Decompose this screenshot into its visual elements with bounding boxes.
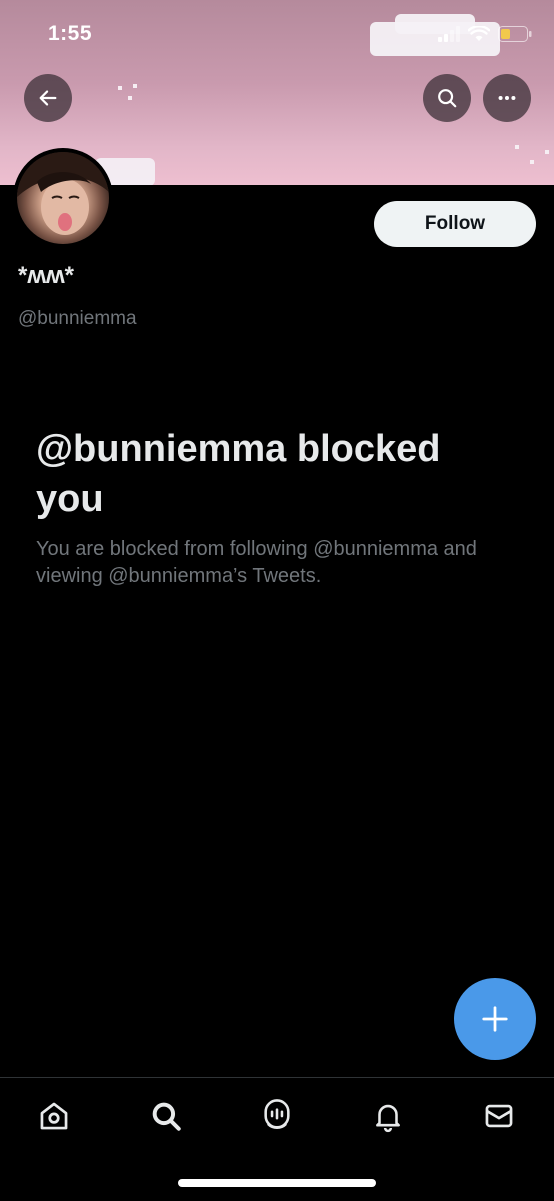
sparkle-decoration — [133, 84, 137, 88]
arrow-left-icon — [39, 90, 57, 106]
search-icon — [438, 89, 457, 108]
tab-search[interactable] — [146, 1096, 186, 1136]
more-icon — [498, 95, 516, 101]
spaces-icon — [264, 1099, 290, 1129]
search-button[interactable] — [423, 74, 471, 122]
profile-avatar[interactable] — [13, 148, 113, 248]
sparkle-decoration — [515, 145, 519, 149]
messages-icon — [485, 1104, 513, 1128]
profile-handle: @bunniemma — [18, 308, 137, 329]
sparkle-decoration — [118, 86, 122, 90]
sparkle-decoration — [545, 150, 549, 154]
blocked-description: You are blocked from following @bunniemm… — [36, 538, 477, 587]
plus-icon — [482, 1006, 508, 1032]
tab-home[interactable] — [34, 1096, 74, 1136]
more-button[interactable] — [483, 74, 531, 122]
back-button[interactable] — [24, 74, 72, 122]
status-icons — [438, 22, 532, 46]
tab-spaces[interactable] — [257, 1096, 297, 1136]
sparkle-decoration — [530, 160, 534, 164]
notifications-icon — [376, 1104, 400, 1133]
sparkle-decoration — [128, 96, 132, 100]
home-icon — [40, 1102, 68, 1130]
display-name: *ʍʍ* — [18, 262, 75, 289]
wifi-icon — [468, 26, 490, 41]
tab-notifications[interactable] — [368, 1096, 408, 1136]
search-icon — [152, 1102, 181, 1131]
home-indicator[interactable] — [178, 1179, 376, 1187]
avatar-image — [17, 152, 109, 244]
compose-tweet-button[interactable] — [454, 978, 536, 1060]
avatar-illustration — [17, 152, 109, 244]
signal-icon — [438, 26, 460, 42]
follow-button[interactable]: Follow — [374, 201, 536, 247]
status-time: 1:55 — [48, 22, 93, 45]
tab-messages[interactable] — [479, 1096, 519, 1136]
battery-icon — [498, 26, 532, 42]
blocked-title: @bunniemma blocked you — [36, 428, 441, 520]
